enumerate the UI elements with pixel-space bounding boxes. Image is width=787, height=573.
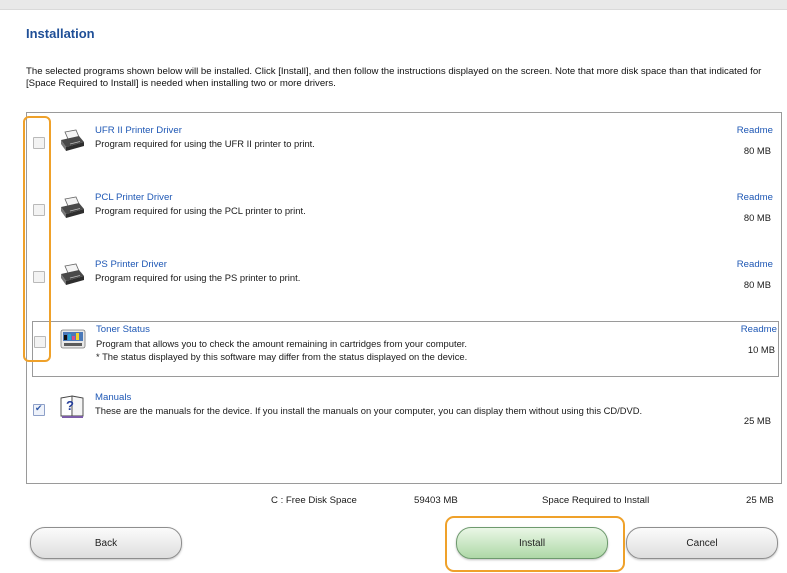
printer-icon (59, 129, 85, 153)
pcl-readme-link[interactable]: Readme (737, 192, 773, 203)
toner-status-desc: Program that allows you to check the amo… (96, 338, 468, 349)
printer-icon (59, 263, 85, 287)
page-title: Installation (26, 26, 95, 41)
toner-status-size: 10 MB (747, 344, 775, 355)
manuals-size: 25 MB (743, 415, 771, 426)
toner-status-note: * The status displayed by this software … (96, 351, 468, 362)
ps-name: PS Printer Driver (95, 259, 167, 270)
ps-desc: Program required for using the PS printe… (95, 272, 301, 283)
program-list-panel: UFR II Printer Driver Program required f… (26, 112, 782, 484)
pcl-desc: Program required for using the PCL print… (95, 205, 306, 216)
printer-icon (59, 196, 85, 220)
ufr2-size: 80 MB (743, 145, 771, 156)
toner-status-icon (60, 326, 86, 350)
svg-text:?: ? (66, 398, 74, 413)
manuals-checkbox[interactable] (33, 403, 45, 416)
checkbox-highlight-frame (23, 116, 51, 362)
window-top-border (0, 0, 787, 10)
manual-help-icon: ? (59, 394, 85, 418)
ps-readme-link[interactable]: Readme (737, 259, 773, 270)
manuals-name: Manuals (95, 392, 132, 403)
manuals-desc: These are the manuals for the device. If… (95, 405, 643, 416)
back-button[interactable]: Back (30, 527, 182, 559)
cancel-button[interactable]: Cancel (626, 527, 778, 559)
program-item-toner-status: Toner Status Program that allows you to … (32, 321, 779, 377)
ufr2-name: UFR II Printer Driver (95, 125, 182, 136)
space-required-label: Space Required to Install (542, 495, 650, 506)
free-space-label: C : Free Disk Space (271, 495, 357, 506)
ufr2-desc: Program required for using the UFR II pr… (95, 138, 315, 149)
intro-text: The selected programs shown below will b… (26, 66, 762, 89)
ufr2-readme-link[interactable]: Readme (737, 125, 773, 136)
toner-status-readme-link[interactable]: Readme (741, 324, 777, 335)
pcl-name: PCL Printer Driver (95, 192, 173, 203)
free-space-value: 59403 MB (414, 495, 458, 506)
toner-status-name: Toner Status (96, 324, 150, 335)
ps-size: 80 MB (743, 279, 771, 290)
install-highlight-frame (445, 516, 625, 572)
space-required-value: 25 MB (746, 495, 774, 506)
pcl-size: 80 MB (743, 212, 771, 223)
